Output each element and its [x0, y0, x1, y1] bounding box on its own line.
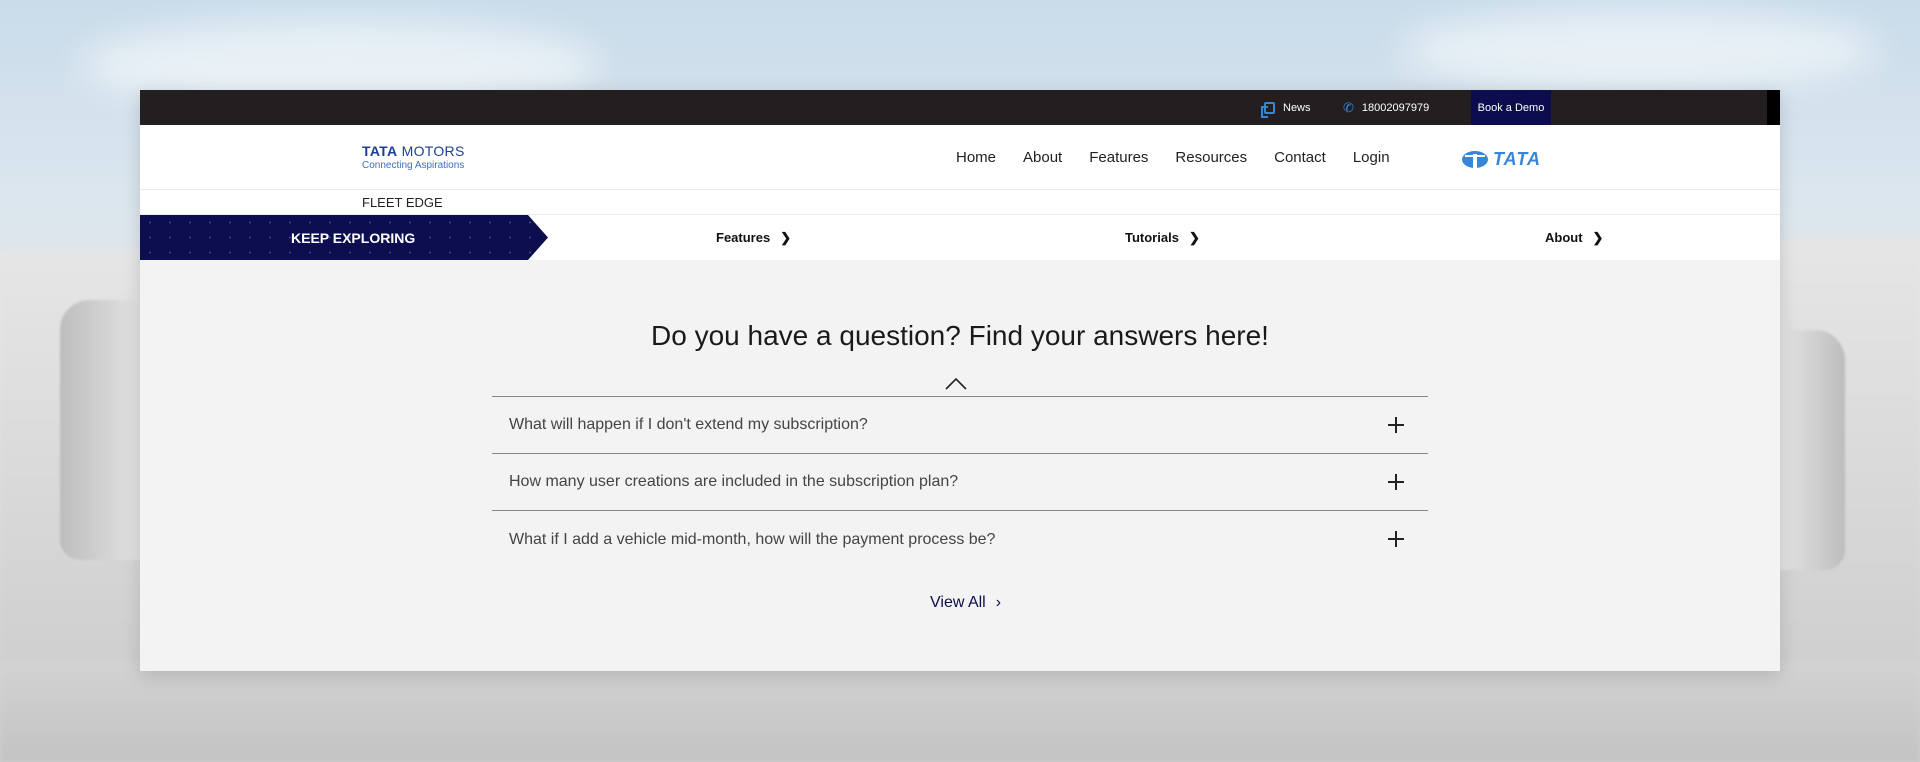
keep-exploring-label: KEEP EXPLORING — [291, 229, 416, 246]
tata-wordmark: TATA — [1493, 149, 1541, 169]
nav-home[interactable]: Home — [956, 149, 996, 166]
product-bar: FLEET EDGE — [140, 190, 1780, 215]
view-all-link[interactable]: View All › — [930, 594, 1001, 612]
truck-left — [60, 300, 150, 560]
explore-tutorials-link[interactable]: Tutorials ❯ — [1125, 215, 1200, 260]
logo-tagline: Connecting Aspirations — [362, 160, 465, 171]
faq-question: What if I add a vehicle mid-month, how w… — [509, 530, 996, 548]
plus-icon[interactable] — [1388, 417, 1404, 433]
keep-exploring-banner: KEEP EXPLORING — [140, 215, 548, 260]
site-window: News ✆ 18002097979 Book a Demo TATA MOTO… — [140, 90, 1780, 671]
news-label: News — [1283, 101, 1311, 114]
faq-item[interactable]: How many user creations are included in … — [492, 454, 1428, 511]
phone-link[interactable]: ✆ 18002097979 — [1343, 90, 1429, 125]
faq-question: How many user creations are included in … — [509, 473, 959, 490]
nav-resources[interactable]: Resources — [1175, 149, 1247, 166]
view-all-label: View All — [930, 594, 986, 611]
truck-right — [1775, 330, 1845, 570]
book-demo-button[interactable]: Book a Demo — [1471, 90, 1551, 125]
logo-text: TATA MOTORS — [362, 143, 465, 159]
faq-heading: Do you have a question? Find your answer… — [651, 320, 1269, 351]
chevron-right-icon: ❯ — [1188, 229, 1200, 245]
chevron-right-icon: › — [995, 594, 1002, 611]
nav-about[interactable]: About — [1023, 149, 1062, 166]
explore-about-link[interactable]: About ❯ — [1545, 215, 1603, 260]
nav-contact[interactable]: Contact — [1274, 149, 1326, 166]
explore-features-link[interactable]: Features ❯ — [716, 215, 791, 260]
tata-motors-logo[interactable]: TATA MOTORS Connecting Aspirations — [362, 143, 465, 171]
explore-tutorials-label: Tutorials — [1125, 230, 1179, 245]
news-link[interactable]: News — [1261, 90, 1311, 125]
faq-question: What will happen if I don't extend my su… — [509, 416, 868, 433]
phone-number: 18002097979 — [1361, 101, 1430, 114]
nav-login[interactable]: Login — [1353, 149, 1390, 166]
plus-icon[interactable] — [1388, 474, 1404, 490]
product-name: FLEET EDGE — [362, 195, 443, 210]
ground — [0, 660, 1920, 762]
nav-features[interactable]: Features — [1089, 149, 1148, 166]
chevron-up-icon[interactable] — [945, 378, 967, 390]
plus-icon[interactable] — [1388, 531, 1404, 547]
topbar-endcap — [1767, 90, 1780, 125]
nav-menu: Home About Features Resources Contact Lo… — [956, 125, 1390, 190]
faq-item[interactable]: What will happen if I don't extend my su… — [492, 397, 1428, 454]
cloud — [1400, 10, 1880, 90]
faq-list: What will happen if I don't extend my su… — [492, 396, 1428, 568]
top-bar: News ✆ 18002097979 Book a Demo — [140, 90, 1780, 125]
phone-icon: ✆ — [1343, 99, 1354, 115]
explore-bar: KEEP EXPLORING Features ❯ Tutorials ❯ Ab… — [140, 215, 1780, 260]
news-icon — [1261, 101, 1275, 118]
explore-about-label: About — [1545, 230, 1583, 245]
main-navbar: TATA MOTORS Connecting Aspirations Home … — [140, 125, 1780, 190]
explore-features-label: Features — [716, 230, 771, 245]
chevron-right-icon: ❯ — [1592, 229, 1604, 245]
faq-item[interactable]: What if I add a vehicle mid-month, how w… — [492, 511, 1428, 568]
tata-logo[interactable]: TATA — [1462, 149, 1541, 170]
tata-emblem-icon — [1462, 151, 1488, 168]
chevron-right-icon: ❯ — [780, 229, 792, 245]
